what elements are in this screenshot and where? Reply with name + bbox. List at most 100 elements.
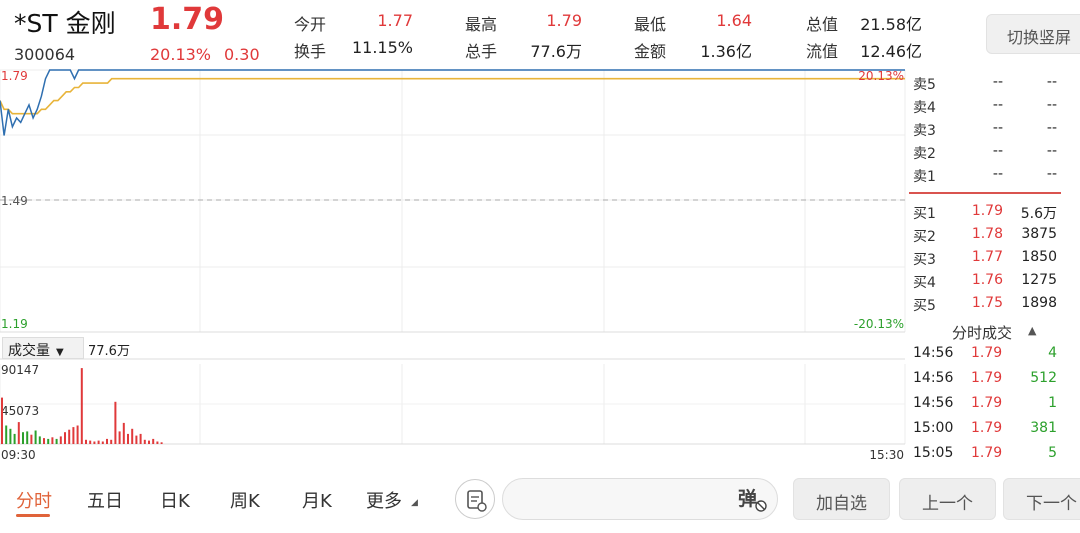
indicator-selector[interactable]: 成交量 ▼ bbox=[2, 337, 84, 359]
tick-vol: 4 bbox=[1048, 345, 1057, 361]
volume-axis-max: 90147 bbox=[1, 363, 39, 377]
volume-bar bbox=[64, 432, 66, 444]
volume-bar bbox=[68, 429, 71, 444]
tab-4[interactable]: 月K bbox=[302, 487, 332, 513]
bid-label: 买3 bbox=[913, 252, 936, 268]
tick-price: 1.79 bbox=[971, 370, 1003, 386]
volume-bar bbox=[26, 431, 29, 444]
tick-vol: 381 bbox=[1030, 420, 1057, 436]
volume-bar bbox=[55, 438, 58, 444]
volume-bar bbox=[122, 422, 125, 444]
ask-price: -- bbox=[992, 74, 1003, 90]
ask-row[interactable]: 卖1 -- -- bbox=[913, 164, 1061, 186]
volume-bar bbox=[80, 368, 83, 444]
quote-value: 1.79 bbox=[546, 11, 582, 30]
tick-price: 1.79 bbox=[971, 395, 1003, 411]
switch-portrait-button[interactable]: 切换竖屏 bbox=[986, 14, 1080, 54]
volume-bar bbox=[156, 441, 159, 444]
tick-time: 14:56 bbox=[913, 345, 954, 361]
danmu-off-icon bbox=[755, 500, 767, 512]
tick-time: 15:00 bbox=[913, 420, 954, 436]
ask-vol: -- bbox=[1046, 97, 1057, 113]
next-stock-button[interactable]: 下一个 bbox=[1003, 478, 1080, 520]
active-tab-indicator bbox=[16, 514, 50, 517]
bid-label: 买4 bbox=[913, 275, 936, 291]
bid-row[interactable]: 买4 1.76 1275 bbox=[913, 270, 1061, 292]
bid-price: 1.76 bbox=[971, 272, 1003, 288]
volume-bar bbox=[131, 428, 134, 444]
volume-bar bbox=[118, 431, 121, 444]
tab-5[interactable]: 更多 bbox=[366, 487, 402, 513]
add-watchlist-button[interactable]: 加自选 bbox=[793, 478, 890, 520]
tick-vol: 1 bbox=[1048, 395, 1057, 411]
volume-bar bbox=[127, 433, 129, 444]
ask-row[interactable]: 卖5 -- -- bbox=[913, 72, 1061, 94]
indicator-selector-label: 成交量 bbox=[8, 343, 50, 359]
quote-label: 今开 bbox=[294, 15, 327, 34]
volume-bar bbox=[1, 397, 3, 444]
pct-axis-low: -20.13% bbox=[854, 317, 904, 331]
bid-row[interactable]: 买3 1.77 1850 bbox=[913, 247, 1061, 269]
volume-bar bbox=[72, 427, 75, 444]
tab-1[interactable]: 五日 bbox=[87, 487, 123, 513]
bid-vol: 1850 bbox=[1021, 249, 1057, 265]
bid-price: 1.79 bbox=[971, 203, 1003, 219]
intraday-chart[interactable]: 1.79 1.49 1.19 20.13% -20.13% 90147 45073 09:30… bbox=[0, 66, 910, 466]
change-percent: 20.13% bbox=[150, 45, 212, 64]
quote-value: 1.77 bbox=[377, 11, 413, 30]
volume-bar bbox=[97, 440, 100, 444]
prev-stock-button[interactable]: 上一个 bbox=[899, 478, 996, 520]
volume-bar bbox=[59, 436, 62, 444]
ticks-title[interactable]: 分时成交 bbox=[952, 322, 1012, 343]
tab-2[interactable]: 日K bbox=[160, 487, 190, 513]
stock-price: 1.79 bbox=[150, 2, 225, 37]
volume-bar bbox=[76, 425, 79, 444]
tab-3[interactable]: 周K bbox=[230, 487, 260, 513]
ask-label: 卖2 bbox=[913, 146, 936, 162]
ask-price: -- bbox=[992, 166, 1003, 182]
volume-bar bbox=[160, 442, 163, 444]
bid-label: 买1 bbox=[913, 206, 936, 222]
ask-row[interactable]: 卖3 -- -- bbox=[913, 118, 1061, 140]
quote-value: 21.58亿 bbox=[860, 15, 922, 34]
tick-price: 1.79 bbox=[971, 445, 1003, 461]
volume-bar bbox=[43, 438, 45, 444]
volume-bar bbox=[106, 438, 108, 444]
ask-label: 卖1 bbox=[913, 169, 936, 185]
price-axis-low: 1.19 bbox=[1, 317, 28, 331]
time-axis-start: 09:30 bbox=[1, 448, 36, 462]
bid-row[interactable]: 买5 1.75 1898 bbox=[913, 293, 1061, 315]
chevron-down-icon: ▼ bbox=[56, 347, 64, 358]
tick-time: 14:56 bbox=[913, 370, 954, 386]
bid-row[interactable]: 买1 1.79 5.6万 bbox=[913, 201, 1061, 223]
danmu-input[interactable] bbox=[502, 478, 778, 520]
order-book-divider bbox=[909, 192, 1061, 194]
stock-name: *ST 金刚 bbox=[14, 9, 116, 38]
volume-bar bbox=[17, 422, 20, 444]
quote-value: 12.46亿 bbox=[860, 42, 922, 61]
ask-row[interactable]: 卖2 -- -- bbox=[913, 141, 1061, 163]
volume-bar bbox=[38, 436, 41, 444]
ask-label: 卖3 bbox=[913, 123, 936, 139]
ask-label: 卖5 bbox=[913, 77, 936, 93]
tick-row: 14:56 1.79 4 bbox=[913, 343, 1063, 368]
sort-caret-icon[interactable]: ▲ bbox=[1028, 324, 1036, 337]
bid-vol: 5.6万 bbox=[1020, 206, 1057, 222]
ask-vol: -- bbox=[1046, 166, 1057, 182]
bid-vol: 3875 bbox=[1021, 226, 1057, 242]
danmu-toggle-button[interactable]: 弹 bbox=[738, 484, 767, 512]
bid-row[interactable]: 买2 1.78 3875 bbox=[913, 224, 1061, 246]
tab-0[interactable]: 分时 bbox=[16, 487, 52, 513]
comment-list-icon[interactable] bbox=[455, 479, 495, 519]
price-line bbox=[0, 69, 905, 136]
tick-time: 14:56 bbox=[913, 395, 954, 411]
volume-bar bbox=[85, 439, 87, 444]
ask-row[interactable]: 卖4 -- -- bbox=[913, 95, 1061, 117]
volume-bar bbox=[93, 441, 96, 444]
ask-price: -- bbox=[992, 97, 1003, 113]
bid-price: 1.78 bbox=[971, 226, 1003, 242]
quote-value: 77.6万 bbox=[530, 42, 582, 61]
volume-bar bbox=[34, 430, 37, 444]
volume-bar bbox=[143, 439, 146, 444]
volume-bar bbox=[101, 441, 104, 444]
